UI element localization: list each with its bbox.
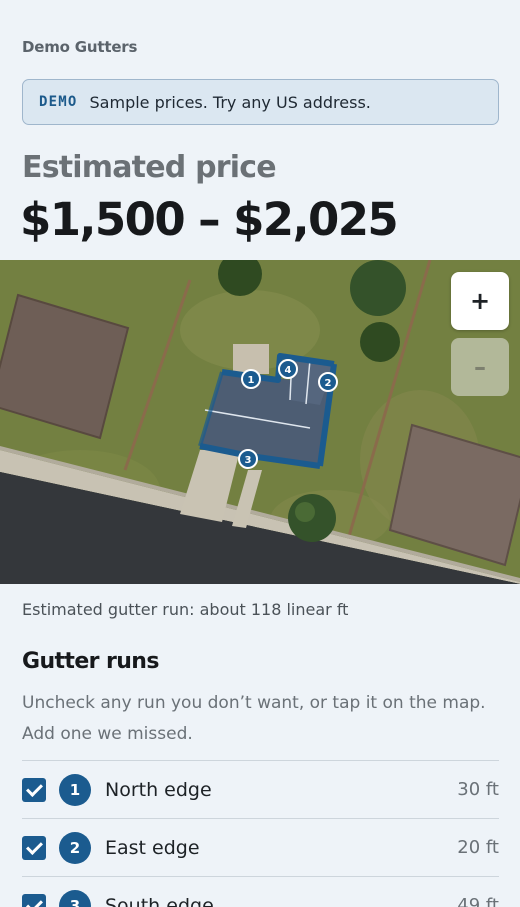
map-marker-4[interactable]: 4 [278, 359, 298, 379]
run-name: East edge [105, 836, 200, 859]
gutter-run-row[interactable]: 2 East edge 20 ft [22, 818, 499, 876]
brand-name: Demo Gutters [22, 38, 138, 56]
gutter-run-row[interactable]: 3 South edge 49 ft [22, 876, 499, 907]
map-marker-2-label: 2 [325, 378, 332, 389]
run-checkbox[interactable] [22, 893, 46, 907]
gutter-run-row[interactable]: 1 North edge 30 ft [22, 760, 499, 818]
run-length: 49 ft [457, 895, 499, 907]
run-name: North edge [105, 778, 212, 801]
zoom-in-button[interactable]: + [451, 272, 509, 330]
map-marker-1-label: 1 [248, 375, 255, 386]
map-marker-1[interactable]: 1 [241, 369, 261, 389]
map-marker-3-label: 3 [245, 455, 252, 466]
satellite-map[interactable]: 1 2 3 4 + – [0, 260, 520, 584]
map-marker-3[interactable]: 3 [238, 449, 258, 469]
gutter-run-total: Estimated gutter run: about 118 linear f… [22, 600, 349, 619]
run-length: 20 ft [457, 837, 499, 858]
gutter-run-list: 1 North edge 30 ft 2 East edge 20 ft 3 S… [22, 760, 499, 907]
demo-tag: DEMO [39, 94, 78, 110]
run-number-badge: 2 [59, 831, 91, 864]
run-checkbox[interactable] [22, 777, 46, 802]
map-marker-4-label: 4 [285, 365, 292, 376]
run-number-badge: 1 [59, 773, 91, 806]
run-length: 30 ft [457, 779, 499, 800]
price-range: $1,500 – $2,025 [20, 193, 399, 246]
run-markers: 1 2 3 4 [238, 359, 338, 469]
run-number-badge: 3 [59, 889, 91, 907]
gutter-runs-heading: Gutter runs [22, 649, 159, 674]
gutter-runs-description: Uncheck any run you don’t want, or tap i… [22, 693, 486, 744]
estimate-label: Estimated price [22, 150, 277, 185]
demo-message: Sample prices. Try any US address. [89, 92, 371, 112]
run-name: South edge [105, 894, 214, 907]
map-marker-2[interactable]: 2 [318, 372, 338, 392]
zoom-out-button[interactable]: – [451, 338, 509, 396]
run-checkbox[interactable] [22, 835, 46, 860]
demo-banner: DEMO Sample prices. Try any US address. [22, 79, 499, 125]
